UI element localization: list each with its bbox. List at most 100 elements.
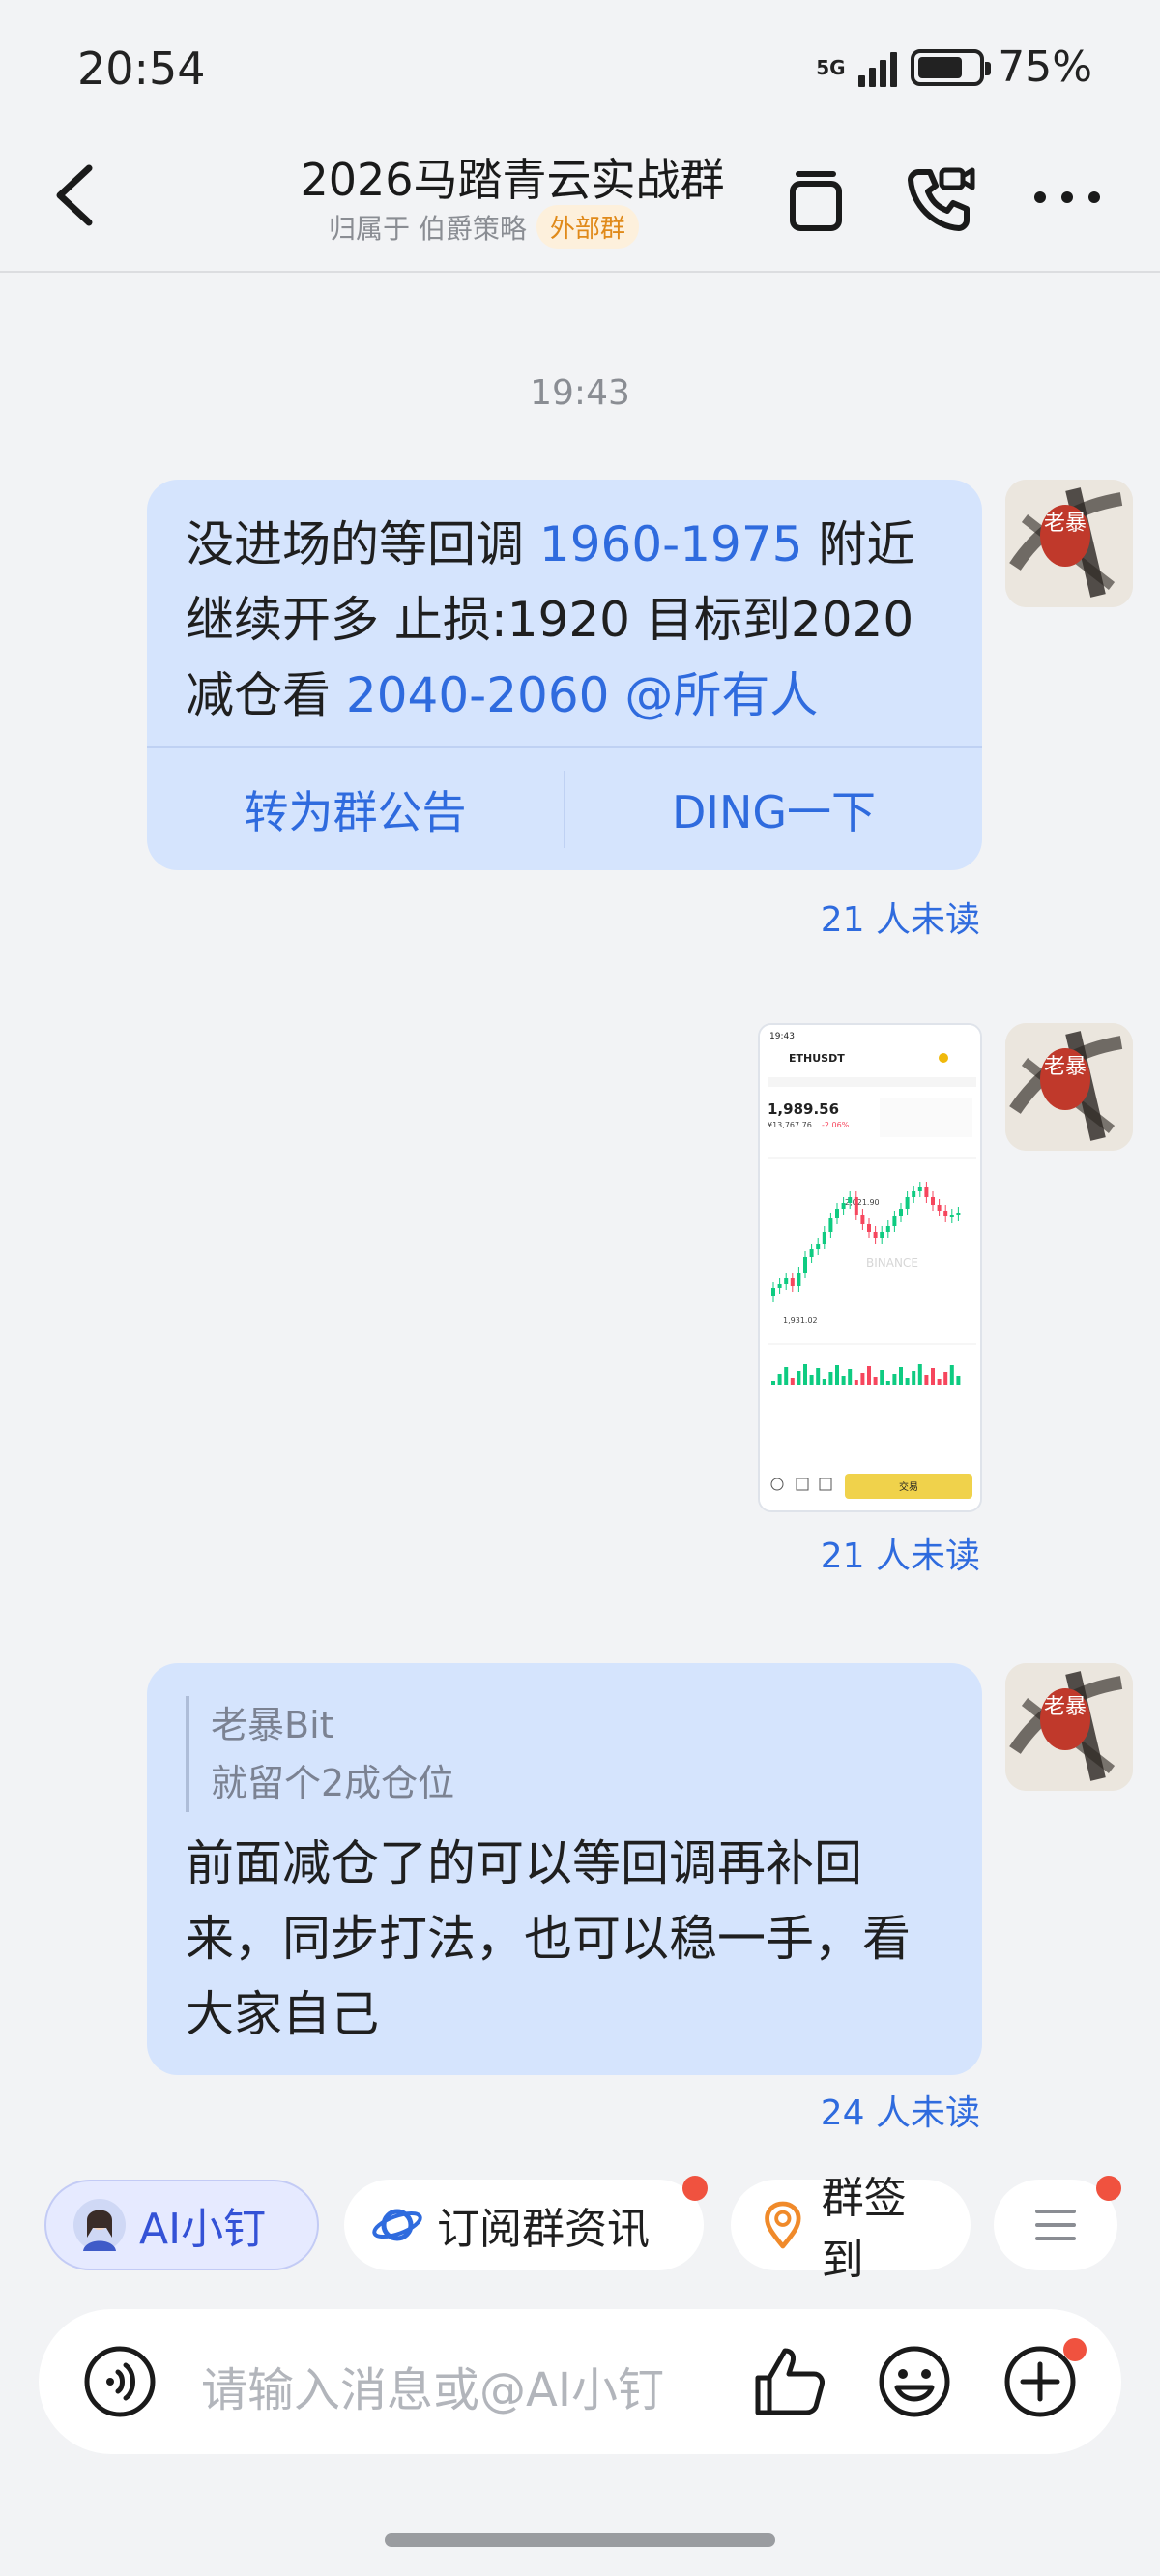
thumbnail-candle [841,1203,846,1209]
svg-text:交易: 交易 [899,1480,918,1493]
set-announcement-button[interactable]: 转为群公告 [147,777,564,841]
svg-text:1,931.02: 1,931.02 [783,1316,818,1325]
voice-icon[interactable] [81,2343,159,2420]
announcement-message[interactable]: 没进场的等回调 1960-1975 附近继续开多 止损:1920 目标到2020… [147,480,982,870]
thumbnail-volume-bar [809,1375,814,1385]
thumbnail-volume-bar [771,1381,775,1385]
svg-text:¥13,767.76: ¥13,767.76 [768,1121,812,1129]
more-actions-chip[interactable] [994,2176,1121,2270]
message-input[interactable]: 请输入消息或@AI小钉 [201,2352,664,2419]
thumbnail-volume-bar [917,1364,922,1385]
thumbnail-volume-bar [854,1380,858,1385]
svg-text:1,989.56: 1,989.56 [768,1100,839,1118]
thumbnail-candle [797,1273,801,1286]
chip-label: 群签到 [821,2174,907,2285]
thumbnail-candle [912,1191,916,1197]
thumbnail-volume-bar [924,1375,929,1385]
thumbnail-volume-bar [816,1368,821,1385]
avatar[interactable]: 老暴 [1005,480,1133,607]
thumbnail-volume-bar [943,1372,948,1385]
thumbnail-candle [956,1213,961,1215]
thumbnail-candle [943,1211,948,1216]
thumbnail-volume-bar [828,1372,833,1385]
home-indicator[interactable] [385,2533,775,2547]
signal-icon [858,48,898,87]
thumbnail-volume-bar [784,1367,789,1385]
status-bar: 20:54 5G 75% [0,0,1160,135]
call-video-icon[interactable] [901,159,978,236]
network-type: 5G [816,55,846,79]
subscribe-news-chip[interactable]: 订阅群资讯 [344,2176,708,2270]
quick-actions-bar: AI小钉 订阅群资讯 群签到 [0,2174,1160,2285]
thumbnail-volume-bar [790,1378,795,1385]
status-indicators: 5G 75% [816,43,1092,92]
avatar[interactable]: 老暴 [1005,1023,1133,1151]
svg-text:19:43: 19:43 [769,1032,795,1041]
chip-label: AI小钉 [139,2205,267,2254]
thumbnail-candle [949,1215,954,1217]
thumbnail-volume-bar [880,1370,884,1385]
thumbnail-candle [822,1232,826,1244]
thumbnail-candle [816,1244,821,1249]
group-title[interactable]: 2026马踏青云实战群 [232,145,793,209]
mention-all[interactable]: @所有人 [624,667,818,723]
quoted-message[interactable]: 老暴Bit 就留个2成仓位 [186,1696,943,1812]
emoji-icon[interactable] [876,2343,953,2420]
reply-message[interactable]: 老暴Bit 就留个2成仓位 前面减仓了的可以等回调再补回来，同步打法，也可以稳一… [147,1663,982,2075]
thumbnail-candle [880,1232,884,1238]
thumbnail-volume-bar [873,1377,878,1385]
thumbnail-candle [809,1249,814,1257]
back-icon[interactable] [46,157,104,234]
price-range-link[interactable]: 2040-2060 [346,667,610,723]
status-time: 20:54 [77,43,206,95]
chart-screenshot-image[interactable]: 19:43 ETHUSDT 1,989.56 ¥13,767.76 -2.06%… [758,1023,982,1512]
unread-count[interactable]: 24 人未读 [821,2085,980,2135]
ding-button[interactable]: DING一下 [566,777,982,841]
thumbnail-volume-bar [867,1366,871,1385]
location-pin-icon [765,2201,801,2249]
chip-label: 订阅群资讯 [437,2205,650,2254]
message-text: 没进场的等回调 1960-1975 附近继续开多 止损:1920 目标到2020… [186,516,915,723]
copy-stack-icon[interactable] [777,159,855,236]
thumbnail-volume-bar [777,1374,782,1385]
thumbnail-candle [905,1197,910,1209]
unread-count[interactable]: 21 人未读 [821,892,980,942]
thumbnail-candle [892,1216,897,1226]
thumbnail-candle [931,1197,935,1205]
thumbnail-candle [899,1209,903,1216]
thumbnail-candle [835,1209,839,1218]
thumbnail-candle [867,1224,871,1232]
group-subtitle: 归属于 伯爵策略 外部群 [329,205,639,249]
thumbnail-candle [924,1187,929,1197]
thumbnail-volume-bar [912,1371,916,1385]
avatar[interactable]: 老暴 [1005,1663,1133,1791]
unread-count[interactable]: 21 人未读 [821,1528,980,1578]
svg-text:ETHUSDT: ETHUSDT [789,1052,845,1065]
thumbnail-candle [848,1197,853,1203]
menu-icon [1035,2210,1076,2240]
ai-avatar-icon [73,2199,126,2251]
avatar-label: 老暴 [1044,1695,1087,1719]
thumbnail-volume-bar [956,1376,961,1385]
group-checkin-chip[interactable]: 群签到 [731,2174,971,2285]
more-icon[interactable] [1029,159,1106,236]
thumbnail-volume-bar [931,1368,935,1385]
thumbnail-volume-bar [937,1379,942,1385]
thumbnail-candle [771,1288,775,1296]
thumbnail-volume-bar [803,1364,807,1385]
external-group-tag: 外部群 [536,205,639,249]
ai-assistant-chip[interactable]: AI小钉 [44,2180,319,2270]
thumbnail-volume-bar [949,1365,954,1385]
thumbnail-candle [784,1278,789,1284]
thumbs-up-icon[interactable] [750,2343,827,2420]
message-input-bar: 请输入消息或@AI小钉 [39,2309,1121,2454]
thumbnail-candle [860,1215,865,1224]
price-range-link[interactable]: 1960-1975 [539,516,803,572]
battery-percent: 75% [998,43,1092,92]
thumbnail-candle [937,1205,942,1211]
avatar-label: 老暴 [1044,1055,1087,1079]
thumbnail-candle [873,1232,878,1238]
thumbnail-volume-bar [835,1365,839,1385]
notification-dot [1096,2176,1121,2201]
message-actions: 转为群公告 DING一下 [147,746,982,870]
